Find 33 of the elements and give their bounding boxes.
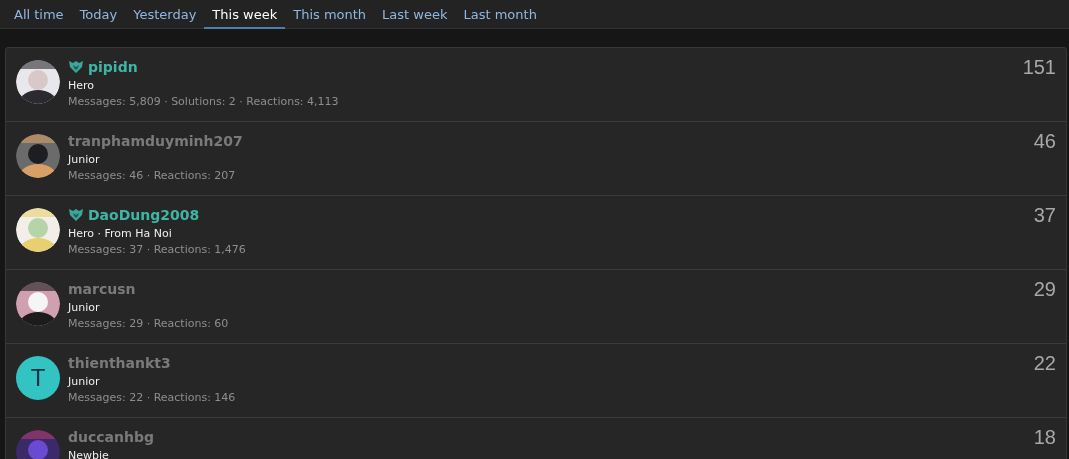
username-link[interactable]: tranphamduyminh207 [68,133,243,149]
user-title: Junior [68,375,101,388]
username-link[interactable]: pipidn [88,59,138,75]
user-stats: Messages: 46 · Reactions: 207 [68,169,237,182]
shield-wings-icon [68,60,84,74]
username-link[interactable]: duccanhbg [68,429,154,445]
user-stats: Messages: 22 · Reactions: 146 [68,391,237,404]
user-title: Junior [68,301,101,314]
filter-tab[interactable]: Today [71,0,126,29]
avatar[interactable]: T [16,356,60,400]
user-title: Junior [68,153,101,166]
username-link[interactable]: thienthankt3 [68,355,171,371]
post-count: 46 [1033,130,1056,153]
user-title: Hero · From Ha Noi [68,227,173,240]
username-link[interactable]: marcusn [68,281,136,297]
user-stats: Messages: 37 · Reactions: 1,476 [68,243,247,256]
filter-tab[interactable]: Last week [374,0,456,29]
post-count: 22 [1033,352,1056,375]
filter-tab[interactable]: Yesterday [125,0,205,29]
post-count: 151 [1022,56,1056,79]
filter-tab[interactable]: Last month [455,0,545,29]
user-title: Newbie [68,449,110,459]
filter-tab[interactable]: All time [6,0,72,29]
filter-tab[interactable]: This month [285,0,375,29]
filter-tab[interactable]: This week [204,0,286,29]
username-link[interactable]: DaoDung2008 [88,207,200,223]
post-count: 18 [1033,426,1056,449]
post-count: 37 [1033,204,1056,227]
user-stats: Messages: 5,809 · Solutions: 2 · Reactions: 4,113 [68,95,340,108]
user-stats: Messages: 29 · Reactions: 60 [68,317,230,330]
user-title: Hero [68,79,96,92]
shield-wings-icon [68,208,84,222]
post-count: 29 [1033,278,1056,301]
